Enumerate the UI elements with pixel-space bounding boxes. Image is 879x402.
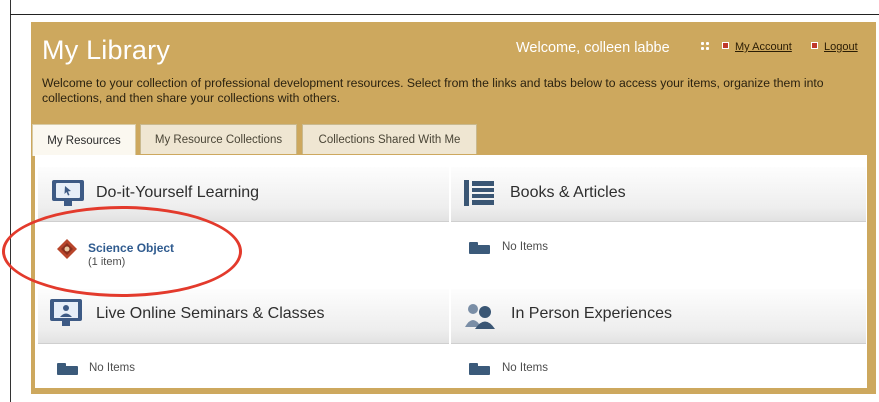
separator-dots-icon — [701, 42, 710, 51]
category-title-live-online: Live Online Seminars & Classes — [96, 305, 325, 322]
welcome-message: Welcome, colleen labbe — [516, 40, 670, 56]
people-icon — [463, 301, 497, 329]
category-title-books-articles: Books & Articles — [510, 184, 626, 201]
folder-icon — [57, 363, 78, 375]
page-title: My Library — [42, 35, 171, 65]
monitor-icon — [52, 180, 84, 206]
my-account-link[interactable]: My Account — [735, 41, 792, 53]
books-icon — [463, 178, 495, 208]
presentation-icon — [50, 299, 82, 327]
tab-my-resources[interactable]: My Resources — [32, 124, 136, 156]
tab-collections-shared-with-me[interactable]: Collections Shared With Me — [302, 124, 477, 154]
logout-bullet-icon — [811, 42, 818, 49]
my-account-bullet-icon — [722, 42, 729, 49]
in-person-empty-text: No Items — [502, 362, 549, 374]
annotation-circle — [2, 206, 242, 297]
books-articles-empty-text: No Items — [502, 241, 549, 253]
live-online-empty-text: No Items — [89, 362, 136, 374]
category-title-diy-learning: Do-it-Yourself Learning — [96, 184, 260, 201]
tab-my-resource-collections[interactable]: My Resource Collections — [140, 124, 297, 154]
page-frame-left — [10, 0, 11, 402]
page-frame-top — [10, 14, 879, 15]
folder-icon — [469, 363, 490, 375]
logout-link[interactable]: Logout — [824, 41, 858, 53]
folder-icon — [469, 242, 490, 254]
intro-text: Welcome to your collection of profession… — [42, 76, 824, 105]
category-title-in-person: In Person Experiences — [511, 305, 672, 322]
